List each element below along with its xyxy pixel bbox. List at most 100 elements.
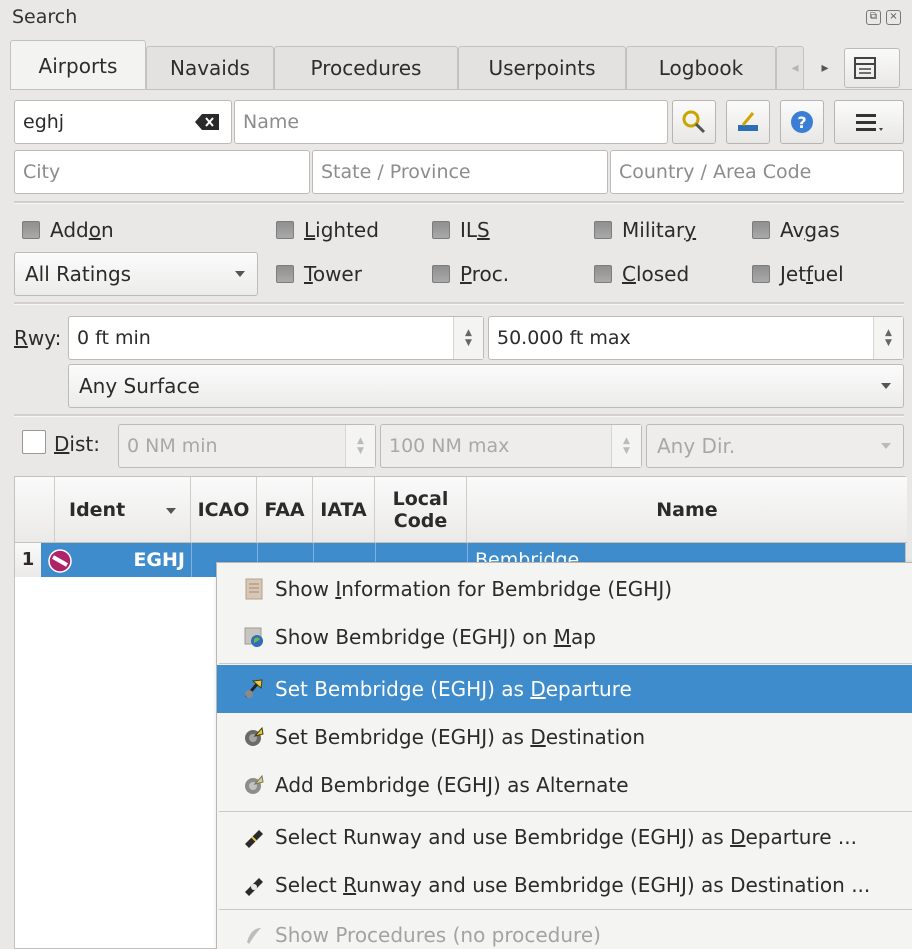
airport-icon xyxy=(48,549,72,573)
distance-max-value: 100 NM max xyxy=(389,435,510,457)
column-header-iata[interactable]: IATA xyxy=(313,477,375,543)
row-number-header xyxy=(15,477,55,543)
column-header-name[interactable]: Name xyxy=(467,477,907,543)
tab-menu-button[interactable] xyxy=(844,48,900,88)
tab-scroll-right-button[interactable]: ▸ xyxy=(816,54,834,82)
distance-min-value: 0 NM min xyxy=(127,435,218,457)
column-header-ident[interactable]: Ident xyxy=(55,477,191,543)
menu-item-label: Show Bembridge (EGHJ) on Map xyxy=(275,625,596,649)
checkbox-box xyxy=(276,221,294,239)
menu-item-set-departure[interactable]: Set Bembridge (EGHJ) as Departure xyxy=(217,665,912,713)
runway-min-spinbox[interactable]: 0 ft min ▲ ▼ xyxy=(68,316,484,360)
column-header-icao[interactable]: ICAO xyxy=(191,477,257,543)
menu-item-show-information[interactable]: Show Information for Bembridge (EGHJ) xyxy=(217,565,912,613)
ils-checkbox[interactable]: ILS xyxy=(432,215,490,245)
distance-min-spinbox[interactable]: 0 NM min ▲ ▼ xyxy=(118,424,376,468)
menu-item-label: Show Information for Bembridge (EGHJ) xyxy=(275,577,673,601)
surface-dropdown[interactable]: Any Surface xyxy=(68,364,904,408)
avgas-label: Avgas xyxy=(780,218,840,242)
search-near-button[interactable] xyxy=(672,100,716,144)
country-area-code-input[interactable]: Country / Area Code xyxy=(610,150,904,194)
tab-logbook[interactable]: Logbook xyxy=(626,46,776,90)
jetfuel-label: Jetfuel xyxy=(780,262,844,286)
menu-item-label: Add Bembridge (EGHJ) as Alternate xyxy=(275,773,629,797)
menu-item-label: Select Runway and use Bembridge (EGHJ) a… xyxy=(275,873,871,897)
runway-destination-icon xyxy=(245,878,263,896)
direction-dropdown[interactable]: Any Dir. xyxy=(646,424,904,468)
cell-divider xyxy=(191,543,192,577)
options-menu-button[interactable] xyxy=(834,100,904,144)
menu-item-show-on-map[interactable]: Show Bembridge (EGHJ) on Map xyxy=(217,613,912,661)
menu-item-add-alternate[interactable]: Add Bembridge (EGHJ) as Alternate xyxy=(217,761,912,809)
float-window-button[interactable]: ⧉ xyxy=(866,10,881,25)
checkbox-box xyxy=(432,221,450,239)
proc-checkbox[interactable]: Proc. xyxy=(432,259,509,289)
menu-item-label: Set Bembridge (EGHJ) as Departure xyxy=(275,677,632,701)
tab-procedures[interactable]: Procedures xyxy=(274,46,458,90)
separator-2 xyxy=(14,302,904,305)
military-label: Military xyxy=(622,218,697,242)
procedures-icon xyxy=(247,928,261,944)
tab-navaids[interactable]: Navaids xyxy=(146,46,274,90)
jetfuel-checkbox[interactable]: Jetfuel xyxy=(752,259,844,289)
avgas-checkbox[interactable]: Avgas xyxy=(752,215,840,245)
city-input[interactable]: City xyxy=(14,150,310,194)
direction-value: Any Dir. xyxy=(657,434,736,458)
hamburger-menu-icon xyxy=(856,114,883,131)
tower-checkbox[interactable]: Tower xyxy=(276,259,362,289)
ratings-value: All Ratings xyxy=(25,262,132,286)
distance-checkbox[interactable] xyxy=(22,430,46,454)
menu-item-label: Show Procedures (no procedure) xyxy=(275,923,601,947)
reset-search-button[interactable] xyxy=(726,100,770,144)
runway-max-spinbox[interactable]: 50.000 ft max ▲ ▼ xyxy=(488,316,904,360)
menu-item-set-destination[interactable]: Set Bembridge (EGHJ) as Destination xyxy=(217,713,912,761)
menu-item-label: Select Runway and use Bembridge (EGHJ) a… xyxy=(275,825,857,849)
menu-separator xyxy=(219,663,912,664)
distance-max-spinbox[interactable]: 100 NM max ▲ ▼ xyxy=(380,424,642,468)
broom-icon xyxy=(738,112,758,131)
closed-checkbox[interactable]: Closed xyxy=(594,259,689,289)
spin-arrows-icon[interactable]: ▲ ▼ xyxy=(453,317,483,359)
chevron-down-icon xyxy=(235,271,245,277)
ident-search-input[interactable]: eghj xyxy=(14,100,232,144)
destination-flag-icon xyxy=(245,726,264,746)
tower-label: Tower xyxy=(304,262,362,286)
tab-scroll-left-button[interactable]: ◂ xyxy=(786,54,804,82)
menu-item-select-runway-departure[interactable]: Select Runway and use Bembridge (EGHJ) a… xyxy=(217,813,912,861)
distance-label: Dist: xyxy=(54,432,100,456)
lighted-checkbox[interactable]: Lighted xyxy=(276,215,379,245)
window-list-icon xyxy=(854,57,876,79)
tab-airports[interactable]: Airports xyxy=(10,40,146,90)
search-dock-window: Search ⧉ × Airports Navaids Procedures U… xyxy=(0,0,912,949)
closed-label: Closed xyxy=(622,262,690,286)
menu-item-select-runway-destination[interactable]: Select Runway and use Bembridge (EGHJ) a… xyxy=(217,861,912,909)
row-number: 1 xyxy=(15,543,41,577)
svg-text:?: ? xyxy=(797,113,806,132)
state-province-input[interactable]: State / Province xyxy=(312,150,608,194)
spin-arrows-icon: ▲ ▼ xyxy=(611,425,641,467)
column-header-faa[interactable]: FAA xyxy=(257,477,313,543)
menu-item-label: Set Bembridge (EGHJ) as Destination xyxy=(275,725,646,749)
military-checkbox[interactable]: Military xyxy=(594,215,696,245)
name-search-input[interactable]: Name xyxy=(234,100,668,144)
addon-label: Addon xyxy=(50,218,114,242)
spin-arrows-icon[interactable]: ▲ ▼ xyxy=(873,317,903,359)
ident-header-label: Ident xyxy=(69,498,126,521)
close-window-button[interactable]: × xyxy=(886,10,901,25)
tab-baseline xyxy=(10,89,912,90)
lighted-label: Lighted xyxy=(304,218,379,242)
tab-userpoints[interactable]: Userpoints xyxy=(458,46,626,90)
addon-checkbox[interactable]: Addon xyxy=(22,215,114,245)
info-icon xyxy=(245,578,263,600)
surface-value: Any Surface xyxy=(79,374,200,398)
ratings-dropdown[interactable]: All Ratings xyxy=(14,252,258,296)
runway-departure-icon xyxy=(245,830,263,848)
help-button[interactable]: ? xyxy=(780,100,824,144)
clear-text-icon[interactable] xyxy=(195,114,219,130)
chevron-down-icon xyxy=(881,383,891,389)
checkbox-box xyxy=(594,221,612,239)
alternate-flag-icon xyxy=(245,774,264,794)
ident-search-value: eghj xyxy=(23,111,65,133)
menu-item-show-procedures: Show Procedures (no procedure) xyxy=(217,911,912,949)
column-header-local-code[interactable]: Local Code xyxy=(375,477,467,543)
